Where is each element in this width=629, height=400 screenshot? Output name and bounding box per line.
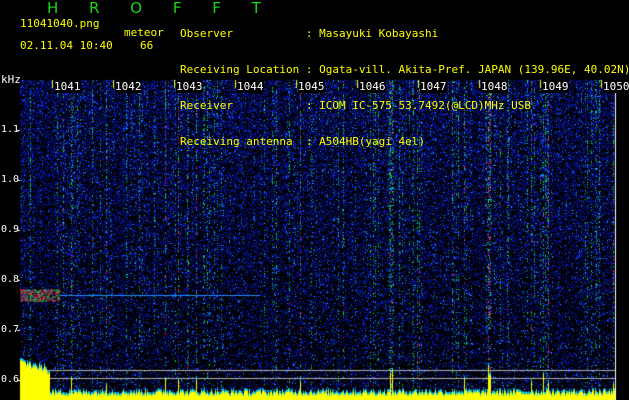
y-tick-label: 0.6 [1,374,20,385]
x-tick-label: 1042 [115,80,142,93]
x-tick-label: 1047 [420,80,447,93]
meteor-label: meteor [124,26,164,39]
x-tick-label: 1044 [237,80,264,93]
x-tick-label: 1041 [54,80,81,93]
y-axis-label: kHz [1,73,21,86]
info-value: A504HB(yagi 4el) [319,135,426,148]
y-tick-label: 1.0 [1,174,20,185]
info-label: Receiver : [180,99,313,112]
y-tick-label: 1.1 [1,124,20,135]
info-location: Receiving Location : Ogata-vill. Akita-P… [180,64,629,76]
filename: 11041040.png [20,17,100,30]
info-label: Receiving antenna : [180,135,313,148]
x-tick-label: 1048 [481,80,508,93]
x-tick-label: 1050 [603,80,629,93]
x-tick-label: 1045 [298,80,325,93]
info-label: Receiving Location : [180,63,313,76]
datetime: 02.11.04 10:40 [20,39,113,52]
info-value: ICOM IC-575 53.7492(@LCD)MHz USB [319,99,531,112]
y-tick-label: 0.9 [1,224,20,235]
y-tick-label: 0.8 [1,274,20,285]
info-value: Masayuki Kobayashi [319,27,439,40]
info-receiver: Receiver : ICOM IC-575 53.7492(@LCD)MHz … [180,100,629,112]
x-tick-label: 1043 [176,80,203,93]
meteor-count: 66 [140,39,154,52]
info-antenna: Receiving antenna : A504HB(yagi 4el) [180,136,629,148]
info-observer: Observer : Masayuki Kobayashi [180,28,629,40]
x-tick-label: 1046 [359,80,386,93]
info-label: Observer : [180,27,313,40]
y-tick-label: 0.7 [1,324,20,335]
info-value: Ogata-vill. Akita-Pref. JAPAN (139.96E, … [319,63,629,76]
x-tick-label: 1049 [542,80,569,93]
